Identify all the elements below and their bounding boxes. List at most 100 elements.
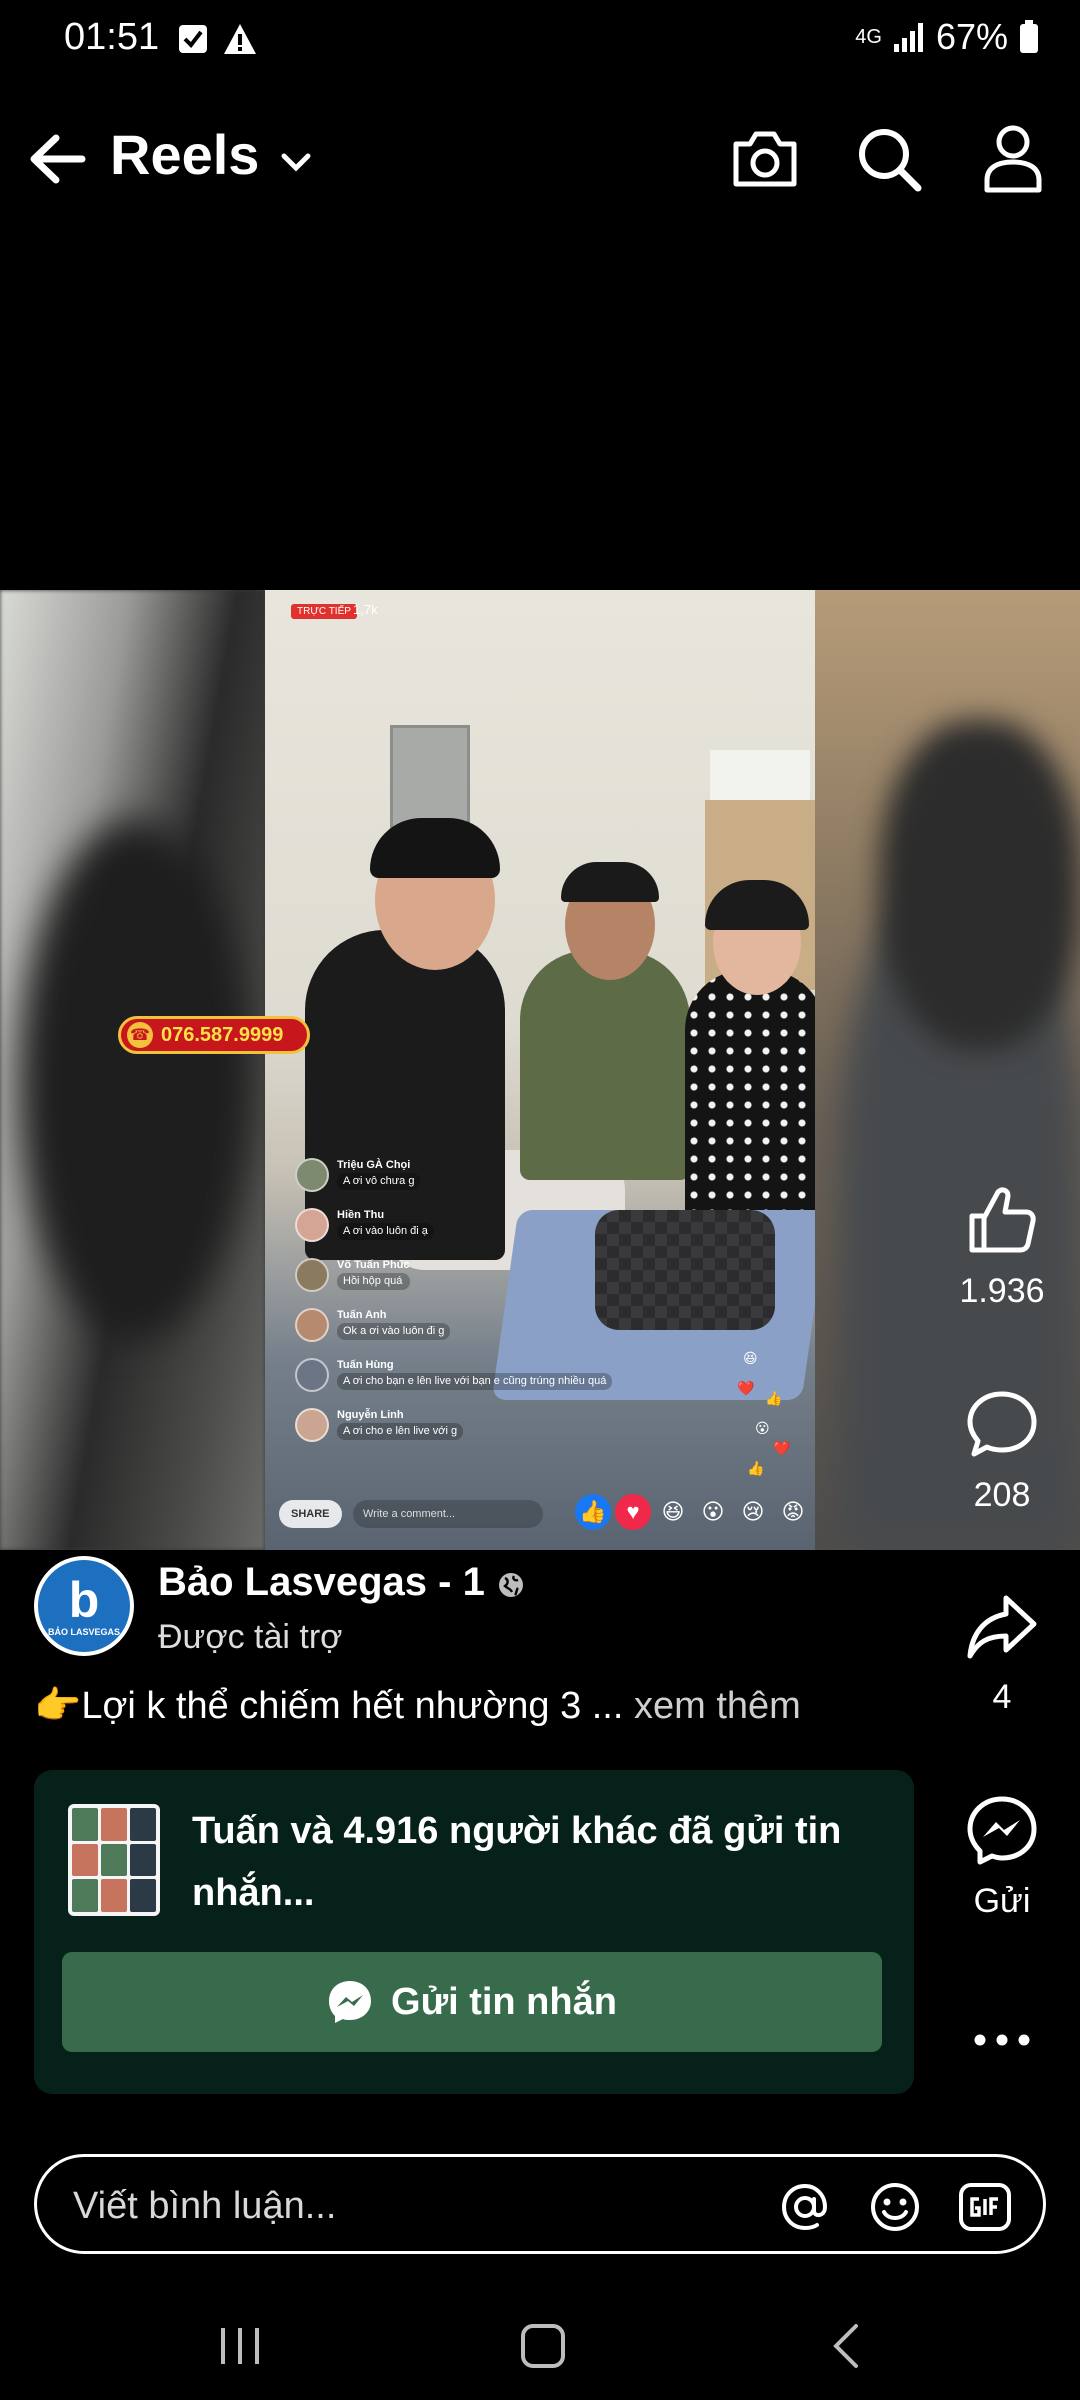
message-count-text: Tuấn và 4.916 người khác đã gửi tin nhắn… — [192, 1810, 842, 1914]
woman-polka-dot — [685, 970, 815, 1230]
live-view-count: 1,7k — [353, 602, 378, 617]
back-chevron-icon — [833, 2324, 858, 2368]
status-time: 01:51 — [64, 16, 160, 58]
wow-reaction-icon: 😮 — [701, 1499, 725, 1524]
like-action[interactable]: 1.936 — [940, 1180, 1064, 1311]
avatar — [295, 1158, 329, 1192]
search-button[interactable] — [844, 114, 934, 204]
logo-text: BẢO LASVEGAS — [47, 1627, 120, 1637]
checkered-bag — [595, 1210, 775, 1330]
reaction-bar: 👍 ♥ 😆 😮 😢 😡 — [575, 1494, 811, 1530]
profile-button[interactable] — [968, 114, 1058, 204]
comment-placeholder: Viết bình luận... — [73, 2185, 337, 2227]
gif-icon[interactable] — [957, 2179, 1013, 2235]
message-promo-card: Tuấn và 4.916 người khác đã gửi tin nhắn… — [34, 1770, 914, 2094]
send-message-button[interactable]: Gửi tin nhắn — [62, 1952, 882, 2052]
live-comment: Tuấn Anh Ok a ơi vào luôn đi g — [295, 1308, 451, 1342]
comment-input[interactable]: Viết bình luận... — [34, 2154, 1046, 2254]
phone-icon: ☎ — [127, 1022, 153, 1048]
post-caption[interactable]: 👉Lợi k thể chiếm hết nhường 3 ... xem th… — [34, 1684, 801, 1728]
like-reaction-icon: 👍 — [575, 1494, 611, 1530]
live-badge: TRỰC TIẾP — [291, 604, 357, 619]
emoji-icon[interactable] — [867, 2179, 923, 2235]
send-message-label: Gửi tin nhắn — [391, 1980, 617, 2023]
status-right: 4G 67% — [855, 16, 1040, 58]
comment-action[interactable]: 208 — [940, 1384, 1064, 1515]
home-button[interactable] — [503, 2316, 583, 2376]
floating-reaction: 😮 — [755, 1420, 770, 1436]
author-name[interactable]: Bảo Lasvegas - 1 — [158, 1560, 485, 1605]
comment-text: A ơi vào luôn đi ạ — [337, 1223, 434, 1240]
network-type: 4G — [855, 26, 882, 48]
comment-text: A ơi cho bạn e lên live với bạn e cũng t… — [337, 1373, 613, 1390]
reel-video[interactable]: TRỰC TIẾP 1,7k Triệu GÀ Chọi A ơi vô chưa… — [0, 590, 1080, 1550]
sad-reaction-icon: 😢 — [741, 1499, 765, 1524]
more-options-button[interactable] — [940, 2000, 1064, 2080]
man-in-green — [520, 950, 690, 1180]
comment-author: Tuấn Anh — [337, 1309, 387, 1321]
like-icon[interactable] — [962, 1180, 1042, 1260]
mention-icon[interactable] — [777, 2179, 833, 2235]
warning-icon — [224, 24, 256, 54]
phone-number-badge: ☎ 076.587.9999 — [118, 1016, 310, 1054]
man2-hair — [561, 862, 659, 902]
comment-text: A ơi vô chưa g — [337, 1173, 421, 1190]
live-comment: Võ Tuấn Phúc Hồi hộp quá — [295, 1258, 410, 1292]
comment-icon[interactable] — [962, 1384, 1042, 1464]
system-nav-bar — [0, 2280, 1080, 2400]
sponsored-label: Được tài trợ — [158, 1618, 343, 1656]
angry-reaction-icon: 😡 — [781, 1499, 805, 1524]
comment-text: A ơi cho e lên live với g — [337, 1423, 464, 1440]
page-title[interactable]: Reels — [110, 122, 259, 187]
recent-apps-icon — [221, 2328, 259, 2364]
back-button[interactable] — [806, 2316, 886, 2376]
back-arrow-icon[interactable] — [26, 128, 88, 190]
search-icon — [859, 129, 922, 192]
comment-author: Võ Tuấn Phúc — [337, 1259, 410, 1271]
live-comment: Triệu GÀ Chọi A ơi vô chưa g — [295, 1158, 421, 1192]
haha-reaction-icon: 😆 — [661, 1499, 685, 1524]
battery-icon — [1020, 20, 1038, 53]
see-more-link[interactable]: xem thêm — [634, 1685, 801, 1727]
comment-count: 208 — [973, 1476, 1031, 1514]
comment-author: Triệu GÀ Chọi — [337, 1159, 411, 1171]
messenger-icon[interactable] — [962, 1790, 1042, 1870]
send-label: Gửi — [973, 1882, 1031, 1920]
camera-button[interactable] — [720, 114, 810, 204]
video-write-comment: Write a comment... — [353, 1500, 543, 1528]
battery-percent: 67% — [935, 16, 1008, 57]
comment-text: Hồi hộp quá — [337, 1273, 410, 1290]
phone-number: 076.587.9999 — [161, 1023, 284, 1046]
more-dots-icon[interactable] — [962, 2000, 1042, 2080]
avatar — [295, 1358, 329, 1392]
like-count: 1.936 — [959, 1272, 1045, 1310]
love-reaction-icon: ♥ — [615, 1494, 651, 1530]
globe-icon — [499, 1573, 523, 1597]
comment-author: Tuấn Hùng — [337, 1359, 394, 1371]
share-count: 4 — [992, 1678, 1012, 1716]
home-icon — [521, 2324, 565, 2368]
reels-header: Reels — [0, 100, 1080, 220]
messenger-icon — [329, 1981, 372, 2023]
chevron-down-icon[interactable] — [278, 144, 314, 180]
recent-apps-button[interactable] — [200, 2316, 280, 2376]
author-avatar[interactable]: b BẢO LASVEGAS — [34, 1556, 134, 1656]
live-comment: Hiền Thu A ơi vào luôn đi ạ — [295, 1208, 434, 1242]
floating-reaction: 👍 — [765, 1390, 783, 1406]
checkbox-notification-icon — [179, 25, 207, 53]
caption-text: 👉Lợi k thể chiếm hết nhường 3 ... — [34, 1685, 624, 1727]
author-logo: b BẢO LASVEGAS — [38, 1560, 130, 1652]
logo-mark: b — [68, 1572, 100, 1628]
blurred-hand — [20, 820, 250, 1340]
floating-reaction: ❤️ — [773, 1440, 791, 1456]
share-arrow-icon[interactable] — [962, 1586, 1042, 1666]
avatar — [295, 1208, 329, 1242]
share-action[interactable]: 4 — [940, 1586, 1064, 1717]
comment-author: Nguyễn Linh — [337, 1409, 404, 1421]
floating-reaction: 😆 — [743, 1350, 758, 1366]
floating-reaction: ❤️ — [737, 1380, 755, 1396]
message-thumbnail — [68, 1804, 160, 1916]
profile-icon — [984, 125, 1042, 193]
avatar — [295, 1408, 329, 1442]
send-action[interactable]: Gửi — [940, 1790, 1064, 1921]
